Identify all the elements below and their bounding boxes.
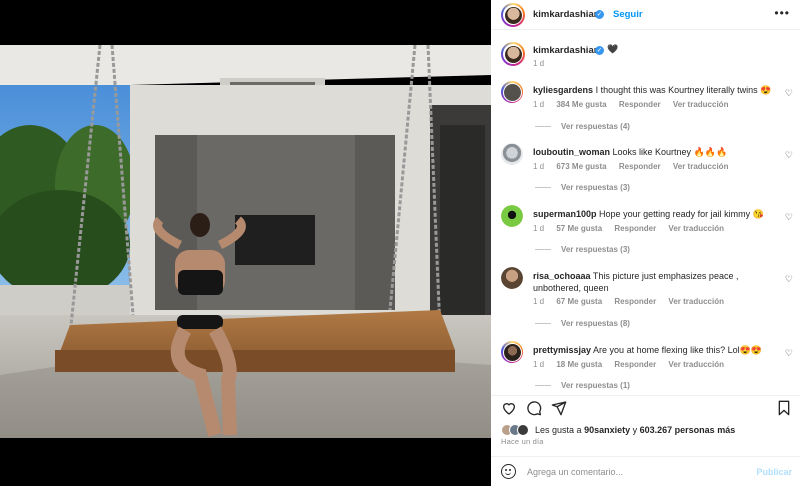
author-username[interactable]: kimkardashian xyxy=(533,9,600,20)
comment-likes[interactable]: 57 Me gusta xyxy=(556,224,602,233)
replies-divider xyxy=(535,323,551,325)
post-action-bar xyxy=(491,395,800,419)
translate-button[interactable]: Ver traducción xyxy=(668,360,724,369)
comment-text: I thought this was Kourtney literally tw… xyxy=(595,85,772,95)
like-heart-icon[interactable] xyxy=(501,400,517,416)
comment-time[interactable]: 1 d xyxy=(533,297,544,306)
author-avatar[interactable] xyxy=(501,3,525,27)
comment-username[interactable]: kyliesgardens xyxy=(533,85,593,95)
view-replies-button[interactable]: Ver respuestas (4) xyxy=(535,122,630,131)
liker-avatars[interactable] xyxy=(501,424,529,437)
liker-avatar xyxy=(517,424,529,436)
comment-meta: 1 d 384 Me gusta Responder Ver traducció… xyxy=(533,100,738,109)
translate-button[interactable]: Ver traducción xyxy=(668,224,724,233)
comment-meta: 1 d 67 Me gusta Responder Ver traducción xyxy=(533,297,734,306)
reply-button[interactable]: Responder xyxy=(619,162,661,171)
view-replies-button[interactable]: Ver respuestas (3) xyxy=(535,245,630,254)
comment-like-heart-icon[interactable]: ♡ xyxy=(785,274,793,285)
comment-time[interactable]: 1 d xyxy=(533,360,544,369)
comment-bubble-icon[interactable] xyxy=(526,400,542,416)
comment-body: prettymissjay Are you at home flexing li… xyxy=(533,344,773,356)
follow-button[interactable]: Seguir xyxy=(613,9,643,20)
comment-text: Looks like Kourtney 🔥🔥🔥 xyxy=(612,147,728,157)
translate-button[interactable]: Ver traducción xyxy=(673,100,729,109)
comment-body: kyliesgardens I thought this was Kourtne… xyxy=(533,84,773,96)
post-timestamp[interactable]: Hace un día xyxy=(501,437,544,446)
view-replies-button[interactable]: Ver respuestas (3) xyxy=(535,183,630,192)
reply-button[interactable]: Responder xyxy=(614,360,656,369)
comment-likes[interactable]: 673 Me gusta xyxy=(556,162,606,171)
comment-avatar[interactable] xyxy=(501,143,523,165)
comment-avatar[interactable] xyxy=(501,81,523,103)
post-caption: kimkardashian ✓ 🖤 1 d xyxy=(491,40,800,70)
comment-time[interactable]: 1 d xyxy=(533,224,544,233)
share-paper-plane-icon[interactable] xyxy=(551,400,567,416)
emoji-picker-icon[interactable] xyxy=(501,464,516,479)
likes-summary: Les gusta a 90sanxiety y 603.267 persona… xyxy=(491,422,800,438)
comment-like-heart-icon[interactable]: ♡ xyxy=(785,348,793,359)
verified-badge-icon: ✓ xyxy=(595,10,604,19)
view-replies-label: Ver respuestas (4) xyxy=(561,122,630,131)
comment-like-heart-icon[interactable]: ♡ xyxy=(785,150,793,161)
view-replies-label: Ver respuestas (8) xyxy=(561,319,630,328)
comment-time[interactable]: 1 d xyxy=(533,162,544,171)
publish-button[interactable]: Publicar xyxy=(756,467,792,477)
comment-likes[interactable]: 384 Me gusta xyxy=(556,100,606,109)
comment-like-heart-icon[interactable]: ♡ xyxy=(785,212,793,223)
view-replies-button[interactable]: Ver respuestas (8) xyxy=(535,319,630,328)
comment-meta: 1 d 673 Me gusta Responder Ver traducció… xyxy=(533,162,738,171)
first-liker-username[interactable]: 90sanxiety xyxy=(584,425,630,435)
comment-body: risa_ochoaaa This picture just emphasize… xyxy=(533,270,773,294)
verified-badge-icon: ✓ xyxy=(595,46,604,55)
replies-divider xyxy=(535,126,551,128)
post-side-panel: kimkardashian ✓ Seguir ••• kimkardashian… xyxy=(491,0,800,486)
view-replies-label: Ver respuestas (3) xyxy=(561,245,630,254)
comment-meta: 1 d 18 Me gusta Responder Ver traducción xyxy=(533,360,734,369)
post-media xyxy=(0,0,491,486)
likes-prefix: Les gusta a xyxy=(535,425,582,435)
caption-text: 🖤 xyxy=(607,44,619,54)
likes-and: y xyxy=(632,425,638,435)
replies-divider xyxy=(535,385,551,387)
translate-button[interactable]: Ver traducción xyxy=(673,162,729,171)
reply-button[interactable]: Responder xyxy=(614,224,656,233)
comment-username[interactable]: louboutin_woman xyxy=(533,147,610,157)
comment-input[interactable] xyxy=(527,463,747,480)
reply-button[interactable]: Responder xyxy=(614,297,656,306)
comment-username[interactable]: superman100p xyxy=(533,209,597,219)
comment-text: Hope your getting ready for jail kimmy 😘 xyxy=(599,209,764,219)
swing-photo-illustration xyxy=(0,45,491,438)
replies-divider xyxy=(535,249,551,251)
translate-button[interactable]: Ver traducción xyxy=(668,297,724,306)
caption-time[interactable]: 1 d xyxy=(533,59,544,68)
post-photo[interactable] xyxy=(0,45,491,438)
comment-composer: Publicar xyxy=(491,456,800,486)
comment-avatar[interactable] xyxy=(501,205,523,227)
view-replies-label: Ver respuestas (1) xyxy=(561,381,630,390)
view-replies-label: Ver respuestas (3) xyxy=(561,183,630,192)
likes-text: Les gusta a 90sanxiety y 603.267 persona… xyxy=(535,425,735,435)
reply-button[interactable]: Responder xyxy=(619,100,661,109)
comment-username[interactable]: prettymissjay xyxy=(533,345,591,355)
post-header: kimkardashian ✓ Seguir ••• xyxy=(491,0,800,30)
comment-avatar[interactable] xyxy=(501,341,523,363)
view-replies-button[interactable]: Ver respuestas (1) xyxy=(535,381,630,390)
caption-author-avatar[interactable] xyxy=(501,42,525,66)
comment-time[interactable]: 1 d xyxy=(533,100,544,109)
caption-username[interactable]: kimkardashian xyxy=(533,45,600,56)
comment-meta: 1 d 57 Me gusta Responder Ver traducción xyxy=(533,224,734,233)
more-options-icon[interactable]: ••• xyxy=(774,6,790,20)
other-likers-count[interactable]: 603.267 personas más xyxy=(640,425,736,435)
replies-divider xyxy=(535,187,551,189)
comment-likes[interactable]: 67 Me gusta xyxy=(556,297,602,306)
comment-body: louboutin_woman Looks like Kourtney 🔥🔥🔥 xyxy=(533,146,773,158)
save-bookmark-icon[interactable] xyxy=(776,400,792,416)
comment-body: superman100p Hope your getting ready for… xyxy=(533,208,773,220)
comment-like-heart-icon[interactable]: ♡ xyxy=(785,88,793,99)
comment-likes[interactable]: 18 Me gusta xyxy=(556,360,602,369)
comment-username[interactable]: risa_ochoaaa xyxy=(533,271,591,281)
comment-avatar[interactable] xyxy=(501,267,523,289)
comment-text: Are you at home flexing like this? Lol😍😍 xyxy=(593,345,763,355)
